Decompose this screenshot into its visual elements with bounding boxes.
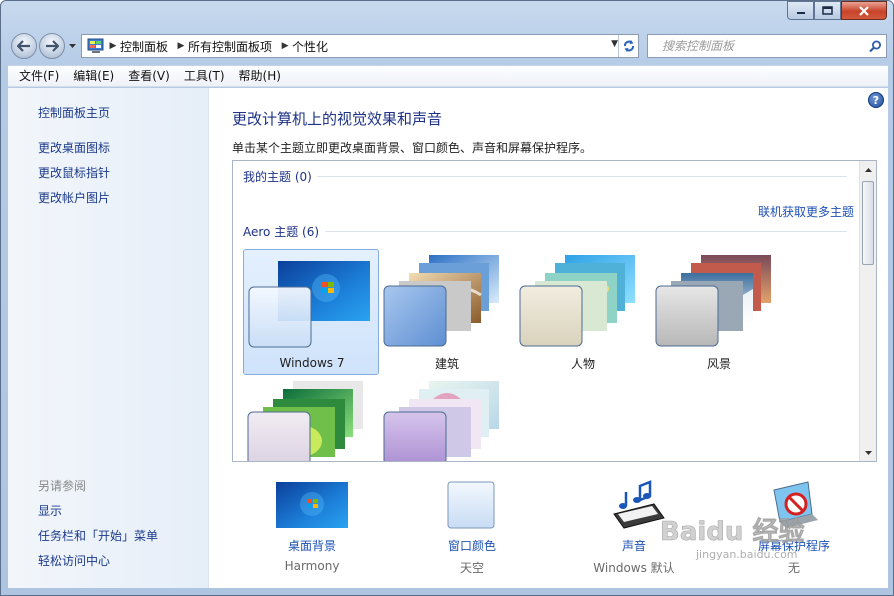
window-color-swatch <box>447 481 495 529</box>
window-color-value: 天空 <box>459 561 484 575</box>
baidu-jingyan-watermark: Baidu 经验 jingyan.baidu.com <box>660 516 805 561</box>
menu-bar: 文件(F) 编辑(E) 查看(V) 工具(T) 帮助(H) <box>8 65 888 87</box>
desktop-background-value: Harmony <box>284 559 340 573</box>
forward-arrow-icon <box>46 40 59 52</box>
sidebar-link-display[interactable]: 显示 <box>38 502 62 519</box>
see-also-heading: 另请参阅 <box>38 479 87 493</box>
theme-name: 人物 <box>570 357 595 371</box>
address-bar[interactable]: ▶ 控制面板 ▶ 所有控制面板项 ▶ 个性化 ▼ <box>81 34 639 58</box>
window-color-label[interactable]: 窗口颜色 <box>402 537 542 554</box>
scroll-up-button[interactable] <box>860 161 876 178</box>
window-color-setting[interactable]: 窗口颜色 天空 <box>402 480 542 590</box>
page-title: 更改计算机上的视觉效果和声音 <box>232 110 443 128</box>
window-frame: ▶ 控制面板 ▶ 所有控制面板项 ▶ 个性化 ▼ 文件( <box>0 0 894 596</box>
theme-windows-7[interactable]: Windows 7 <box>243 249 379 375</box>
search-input[interactable] <box>648 39 864 53</box>
desktop-background-setting[interactable]: 桌面背景 Harmony <box>242 480 382 590</box>
sidebar-link-control-panel-home[interactable]: 控制面板主页 <box>38 104 110 121</box>
breadcrumb-control-panel[interactable]: 控制面板 <box>120 38 174 55</box>
page-description: 单击某个主题立即更改桌面背景、窗口颜色、声音和屏幕保护程序。 <box>232 141 593 155</box>
breadcrumb-all-items[interactable]: 所有控制面板项 <box>188 38 278 55</box>
sidebar-link-desktop-icons[interactable]: 更改桌面图标 <box>38 139 110 156</box>
breadcrumb-separator-icon[interactable]: ▶ <box>278 41 292 51</box>
address-history-dropdown[interactable]: ▼ <box>611 39 618 49</box>
theme-list[interactable]: 我的主题 (0) 联机获取更多主题 Aero 主题 (6) Windows 7 … <box>232 160 877 462</box>
sidebar-link-account-picture[interactable]: 更改帐户图片 <box>38 189 110 206</box>
close-icon <box>859 5 869 16</box>
theme-architecture[interactable]: 建筑 <box>379 249 515 375</box>
maximize-icon <box>822 6 833 15</box>
theme-name: 建筑 <box>434 357 459 371</box>
help-icon[interactable]: ? <box>868 92 884 108</box>
maximize-button[interactable] <box>814 1 841 20</box>
breadcrumb-separator-icon[interactable]: ▶ <box>106 41 120 51</box>
chevron-down-icon <box>864 450 872 455</box>
caption-buttons <box>787 1 887 21</box>
minimize-icon <box>796 11 805 14</box>
watermark-brand: Baidu 经验 <box>660 516 804 547</box>
theme-landscapes[interactable]: 风景 <box>651 249 787 375</box>
sidebar-link-mouse-pointers[interactable]: 更改鼠标指针 <box>38 164 110 181</box>
navigation-bar: ▶ 控制面板 ▶ 所有控制面板项 ▶ 个性化 ▼ <box>9 31 887 61</box>
theme-name: 风景 <box>706 357 731 371</box>
theme-nature[interactable] <box>243 375 379 461</box>
chevron-up-icon <box>864 167 872 172</box>
back-button[interactable] <box>11 33 37 59</box>
theme-preview <box>248 261 370 348</box>
theme-preview <box>383 381 499 461</box>
client-area: 控制面板主页 更改桌面图标 更改鼠标指针 更改帐户图片 另请参阅 显示 任务栏和… <box>8 88 888 588</box>
theme-characters[interactable]: 人物 <box>515 249 651 375</box>
theme-preview <box>519 255 635 347</box>
aero-themes-group-label[interactable]: Aero 主题 (6) <box>243 223 319 240</box>
back-arrow-icon <box>17 40 30 52</box>
menu-help[interactable]: 帮助(H) <box>232 66 288 86</box>
theme-scenes[interactable] <box>379 375 515 461</box>
menu-edit[interactable]: 编辑(E) <box>66 66 121 86</box>
watermark-url: jingyan.baidu.com <box>695 548 798 561</box>
breadcrumb-personalization[interactable]: 个性化 <box>292 38 334 55</box>
get-more-themes-link[interactable]: 联机获取更多主题 <box>758 203 854 220</box>
sidebar: 控制面板主页 更改桌面图标 更改鼠标指针 更改帐户图片 另请参阅 显示 任务栏和… <box>8 88 209 588</box>
search-box[interactable] <box>647 34 887 58</box>
scroll-thumb[interactable] <box>862 181 874 265</box>
scroll-down-button[interactable] <box>860 444 876 461</box>
search-icon[interactable] <box>864 40 886 53</box>
my-themes-group-label[interactable]: 我的主题 (0) <box>243 168 312 185</box>
refresh-button[interactable] <box>618 35 638 57</box>
menu-file[interactable]: 文件(F) <box>12 66 66 86</box>
chevron-down-icon <box>68 44 76 48</box>
group-divider <box>325 231 847 232</box>
refresh-icon <box>623 40 634 52</box>
close-button[interactable] <box>841 1 887 20</box>
group-divider <box>317 176 847 177</box>
menu-tools[interactable]: 工具(T) <box>177 66 232 86</box>
forward-button[interactable] <box>39 33 65 59</box>
sidebar-link-ease-of-access[interactable]: 轻松访问中心 <box>38 552 110 569</box>
breadcrumb-separator-icon[interactable]: ▶ <box>174 41 188 51</box>
desktop-background-thumbnail <box>276 482 348 528</box>
control-panel-icon <box>87 38 104 53</box>
theme-preview <box>247 381 363 461</box>
recent-pages-dropdown[interactable] <box>67 41 77 51</box>
menu-view[interactable]: 查看(V) <box>121 66 177 86</box>
minimize-button[interactable] <box>787 1 814 20</box>
desktop-background-label[interactable]: 桌面背景 <box>242 537 382 554</box>
theme-name: Windows 7 <box>279 356 345 370</box>
theme-list-scrollbar[interactable] <box>859 161 876 461</box>
sidebar-link-taskbar-start-menu[interactable]: 任务栏和「开始」菜单 <box>38 527 158 544</box>
theme-preview <box>383 255 499 347</box>
theme-preview <box>655 255 771 347</box>
